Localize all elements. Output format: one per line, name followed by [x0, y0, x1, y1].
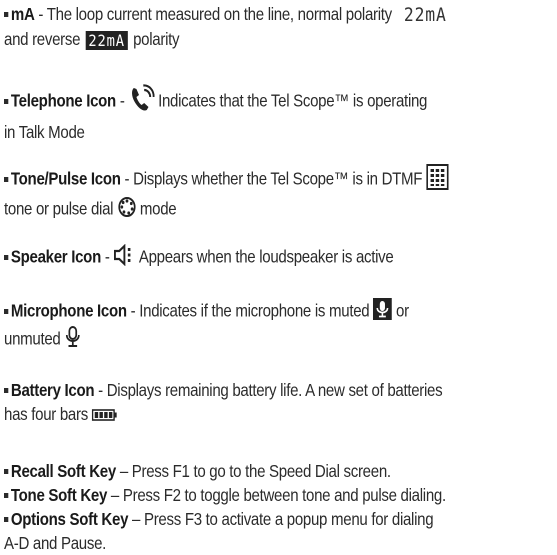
term-recall-soft-key: Recall Soft Key [10, 461, 116, 481]
item-tone-pulse-icon: Tone/Pulse Icon - Displays whether the T… [4, 164, 475, 224]
options-description: – Press F3 to activate a popup menu for … [128, 509, 434, 529]
options-description-line2: A-D and Pause. [4, 533, 107, 553]
recall-description: – Press F1 to go to the Speed Dial scree… [115, 461, 391, 481]
ma-description-line2: and reverse [4, 29, 85, 50]
telephone-description-line2: in Talk Mode [4, 122, 85, 142]
item-tone-soft-key: Tone Soft Key – Press F2 to toggle betwe… [4, 483, 475, 507]
term-tone-pulse-icon: Tone/Pulse Icon [10, 168, 121, 189]
term-speaker-icon: Speaker Icon [10, 246, 101, 267]
lcd-normal-polarity-reading: 22mA [403, 4, 447, 27]
battery-four-bars-icon [91, 403, 118, 427]
telephone-description: Indicates that the Tel Scope™ is operati… [154, 90, 428, 111]
item-speaker-icon: Speaker Icon - Appears when the loudspea… [4, 243, 475, 272]
tone-description: – Press F2 to toggle between tone and pu… [107, 485, 446, 505]
lcd-reverse-polarity-reading: 22mA [85, 31, 128, 51]
ma-description: - The loop current measured on the line,… [34, 4, 392, 24]
dash: - [100, 246, 114, 267]
telephone-talk-icon [128, 84, 155, 120]
item-battery-icon: Battery Icon - Displays remaining batter… [4, 378, 475, 427]
speaker-icon [113, 243, 135, 272]
tone-pulse-description-line2: tone or pulse dial [4, 198, 118, 219]
term-battery-icon: Battery Icon [10, 380, 95, 400]
bullet [4, 468, 9, 474]
bullet [4, 98, 9, 104]
microphone-description-line2: unmuted [4, 328, 65, 349]
ma-description-line2-end: polarity [129, 29, 180, 50]
term-options-soft-key: Options Soft Key [10, 509, 129, 529]
battery-description: - Displays remaining battery life. A new… [94, 380, 443, 400]
item-microphone-icon: Microphone Icon - Indicates if the micro… [4, 298, 475, 354]
microphone-description-or: or [392, 300, 409, 321]
item-options-soft-key: Options Soft Key – Press F3 to activate … [4, 507, 475, 555]
term-telephone-icon: Telephone Icon [10, 90, 116, 111]
bullet [4, 11, 9, 17]
microphone-muted-icon [373, 298, 393, 326]
microphone-unmuted-icon [64, 326, 81, 354]
tone-pulse-description: - Displays whether the Tel Scope™ is in … [120, 168, 423, 189]
pulse-dial-icon [117, 196, 136, 224]
term-tone-soft-key: Tone Soft Key [10, 485, 108, 505]
item-recall-soft-key: Recall Soft Key – Press F1 to go to the … [4, 459, 475, 483]
tone-pulse-description-line2-end: mode [136, 198, 177, 219]
dtmf-keypad-icon [426, 164, 449, 196]
term-ma: mA [10, 4, 35, 24]
document-page: mA - The loop current measured on the li… [0, 0, 557, 553]
bullet [4, 492, 9, 498]
microphone-description: - Indicates if the microphone is muted [126, 300, 374, 321]
bullet [4, 176, 9, 182]
item-telephone-icon: Telephone Icon - Indicates that the Tel … [4, 84, 475, 144]
item-ma: mA - The loop current measured on the li… [4, 2, 475, 51]
speaker-description: Appears when the loudspeaker is active [135, 246, 394, 267]
term-microphone-icon: Microphone Icon [10, 300, 127, 321]
bullet [4, 308, 9, 314]
bullet [4, 254, 9, 260]
battery-description-line2: has four bars [4, 404, 92, 424]
dash: - [115, 90, 129, 111]
bullet [4, 387, 9, 393]
bullet [4, 516, 9, 522]
